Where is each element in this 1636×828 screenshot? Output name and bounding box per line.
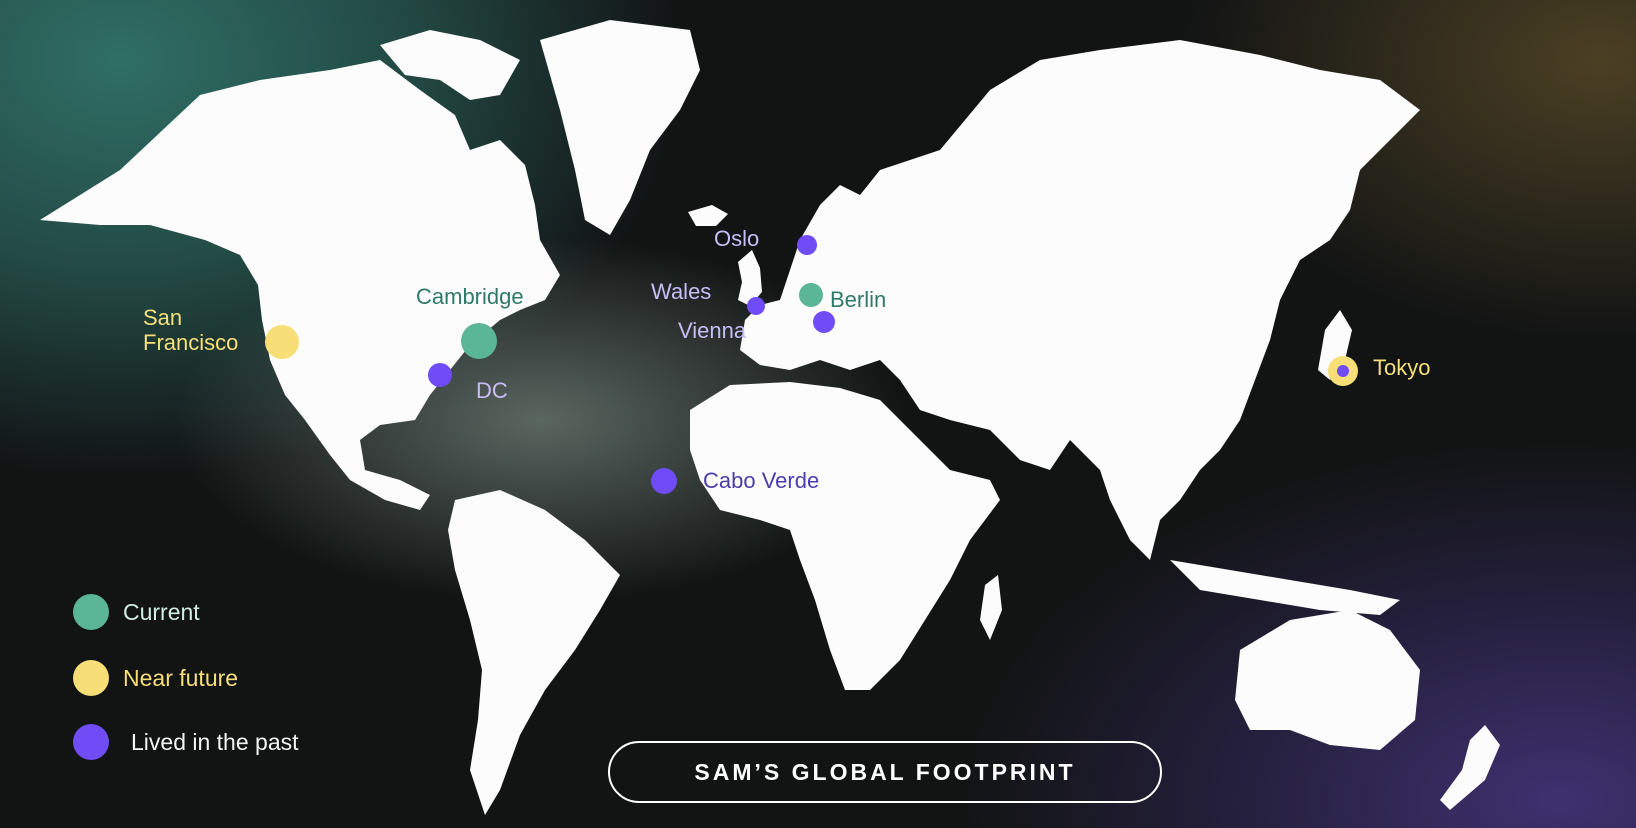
land-madagascar — [980, 575, 1002, 640]
marker-dc[interactable] — [428, 363, 452, 387]
legend-item-current: Current — [73, 594, 200, 630]
map-title: SAM’S GLOBAL FOOTPRINT — [694, 758, 1076, 785]
marker-cabo-verde[interactable] — [651, 468, 677, 494]
label-dc: DC — [476, 378, 508, 403]
marker-berlin[interactable] — [799, 283, 823, 307]
legend-dot-current — [73, 594, 109, 630]
label-tokyo: Tokyo — [1373, 355, 1431, 380]
land-australia — [1235, 610, 1420, 750]
legend-item-past: Lived in the past — [73, 724, 299, 760]
label-cambridge: Cambridge — [416, 284, 524, 309]
continents — [40, 20, 1500, 815]
label-berlin: Berlin — [830, 287, 887, 312]
title-pill: SAM’S GLOBAL FOOTPRINT — [608, 741, 1162, 803]
land-greenland — [540, 20, 700, 235]
world-map — [40, 20, 1500, 815]
land-iceland — [688, 205, 728, 226]
land-indonesia — [1170, 560, 1400, 615]
land-africa — [690, 382, 1000, 690]
label-oslo: Oslo — [714, 226, 760, 251]
marker-wales[interactable] — [747, 297, 765, 315]
marker-vienna[interactable] — [813, 311, 835, 333]
legend-dot-near-future — [73, 660, 109, 696]
label-wales: Wales — [651, 279, 712, 304]
legend-item-near-future: Near future — [73, 660, 238, 696]
label-vienna: Vienna — [678, 318, 747, 343]
legend-label-near-future: Near future — [123, 664, 239, 691]
label-san-francisco: San Francisco — [143, 305, 238, 356]
map-stage: San Francisco Cambridge DC Oslo Wales Be… — [0, 0, 1636, 828]
label-san-francisco-line1: San — [143, 305, 183, 330]
marker-san-francisco[interactable] — [265, 325, 299, 359]
label-san-francisco-line2: Francisco — [143, 330, 239, 356]
land-new-zealand — [1440, 725, 1500, 810]
marker-tokyo-past — [1337, 365, 1349, 377]
marker-oslo[interactable] — [797, 235, 817, 255]
legend-label-current: Current — [123, 598, 200, 625]
land-south-america — [448, 490, 620, 815]
legend-dot-past — [73, 724, 109, 760]
legend-label-past: Lived in the past — [131, 728, 299, 755]
marker-cambridge[interactable] — [461, 323, 497, 359]
label-cabo-verde: Cabo Verde — [703, 468, 820, 493]
